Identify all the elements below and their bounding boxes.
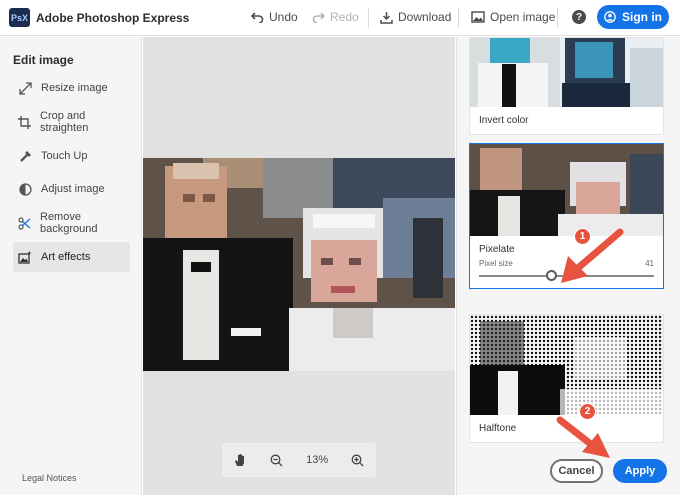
sidebar-item-crop-and-straighten[interactable]: Crop and straighten <box>13 107 130 137</box>
cancel-button[interactable]: Cancel <box>550 459 603 483</box>
sidebar-item-remove-background[interactable]: Remove background <box>13 208 130 238</box>
redo-label: Redo <box>330 10 359 24</box>
sidebar-item-label: Resize image <box>41 82 108 94</box>
redo-icon <box>312 12 325 23</box>
toolbar-divider <box>368 8 369 28</box>
user-icon <box>604 11 616 23</box>
sidebar-item-label: Adjust image <box>41 183 105 195</box>
zoom-level: 13% <box>306 454 329 466</box>
image-canvas: 13% <box>143 37 455 495</box>
effect-label: Halftone <box>479 423 517 434</box>
effect-thumbnail <box>470 315 663 415</box>
sidebar-item-label: Remove background <box>40 211 98 235</box>
step-badge-2: 2 <box>579 403 596 420</box>
effects-panel: Invert color Pixelate Pixel size 41 Half… <box>456 37 680 495</box>
sidebar-item-adjust-image[interactable]: Adjust image <box>13 174 130 204</box>
undo-icon <box>251 12 264 23</box>
undo-label: Undo <box>269 10 298 24</box>
art-effects-icon <box>18 250 32 264</box>
zoom-out-icon[interactable] <box>270 454 283 467</box>
zoom-controls: 13% <box>222 443 376 477</box>
redo-button[interactable]: Redo <box>312 10 359 24</box>
toolbar-divider <box>458 8 459 28</box>
adjust-icon <box>18 182 32 196</box>
sidebar-item-art-effects[interactable]: Art effects <box>13 242 130 272</box>
download-icon <box>380 11 393 24</box>
open-image-label: Open image <box>490 10 556 24</box>
touch-up-icon <box>18 149 32 163</box>
effect-card-invert-color[interactable]: Invert color <box>469 37 664 135</box>
effect-thumbnail <box>470 144 663 236</box>
edited-photo <box>143 158 455 371</box>
sidebar-item-label: Touch Up <box>41 150 88 162</box>
effect-card-halftone[interactable]: Halftone <box>469 314 664 443</box>
app-logo: PsX <box>9 8 30 27</box>
sidebar-heading: Edit image <box>13 53 74 67</box>
resize-icon <box>18 81 32 95</box>
toolbar-divider <box>557 8 558 28</box>
legal-notices-link[interactable]: Legal Notices <box>22 473 77 483</box>
sign-in-button[interactable]: Sign in <box>597 5 669 29</box>
top-toolbar: PsX Adobe Photoshop Express Undo Redo Do… <box>0 0 680 36</box>
pixel-size-value: 41 <box>645 259 654 268</box>
edit-sidebar: Edit image Resize image Crop and straigh… <box>0 37 142 495</box>
step-badge-1: 1 <box>574 228 591 245</box>
zoom-in-icon[interactable] <box>351 454 364 467</box>
effect-label: Pixelate <box>479 244 515 255</box>
hand-tool-icon[interactable] <box>234 453 247 467</box>
open-image-button[interactable]: Open image <box>471 10 555 24</box>
app-title: Adobe Photoshop Express <box>36 11 190 25</box>
image-icon <box>471 11 485 23</box>
effect-label: Invert color <box>479 115 529 126</box>
pixel-size-row: Pixel size 41 <box>470 259 663 268</box>
effect-card-pixelate[interactable]: Pixelate Pixel size 41 <box>469 143 664 289</box>
remove-background-icon <box>18 216 31 230</box>
help-icon[interactable]: ? <box>572 10 586 24</box>
apply-button[interactable]: Apply <box>613 459 667 483</box>
download-label: Download <box>398 10 452 24</box>
sidebar-item-resize-image[interactable]: Resize image <box>13 73 130 103</box>
pixel-size-slider[interactable] <box>479 270 654 281</box>
pixel-size-slider-handle[interactable] <box>546 270 557 281</box>
download-button[interactable]: Download <box>380 10 451 24</box>
sidebar-item-touch-up[interactable]: Touch Up <box>13 141 130 171</box>
crop-icon <box>18 115 32 129</box>
effect-thumbnail <box>470 38 663 107</box>
sidebar-item-label: Art effects <box>41 251 91 263</box>
sign-in-label: Sign in <box>622 10 662 24</box>
undo-button[interactable]: Undo <box>251 10 298 24</box>
pixel-size-label: Pixel size <box>479 259 513 268</box>
sidebar-item-label: Crop and straighten <box>40 110 89 134</box>
